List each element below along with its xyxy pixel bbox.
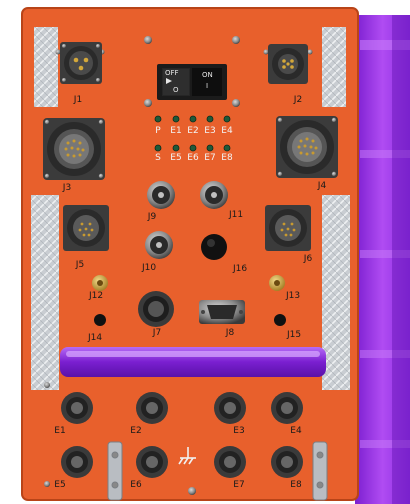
label-j5: J5: [75, 260, 85, 270]
label-j6: J6: [303, 254, 313, 264]
label-j11: J11: [228, 210, 244, 220]
connector-j3[interactable]: [43, 118, 105, 180]
led-label-e4: E4: [221, 126, 233, 136]
label-j13: J13: [285, 291, 301, 301]
carry-handle[interactable]: [60, 347, 326, 377]
reflective-tape-top-left: [34, 27, 58, 107]
led-label-s: S: [155, 153, 161, 163]
led-label-p: P: [155, 126, 161, 136]
connector-j15[interactable]: [274, 314, 286, 326]
label-e1: E1: [54, 426, 66, 436]
reflective-tape-top-right: [322, 27, 346, 107]
label-j2: J2: [293, 95, 303, 105]
switch-off-label: OFF: [165, 69, 179, 77]
connector-e2[interactable]: [136, 392, 168, 424]
label-j9: J9: [147, 212, 157, 222]
label-j15: J15: [286, 330, 302, 340]
label-j10: J10: [141, 263, 157, 273]
switch-on-symbol: I: [206, 82, 209, 90]
label-j14: J14: [87, 333, 103, 343]
label-j12: J12: [88, 291, 104, 301]
label-e7: E7: [233, 480, 245, 490]
connector-j5[interactable]: [63, 205, 109, 251]
connector-j11[interactable]: [200, 181, 228, 209]
label-e4: E4: [290, 426, 302, 436]
led-label-e8: E8: [221, 153, 233, 163]
switch-off-symbol: O: [173, 86, 179, 94]
led-label-e3: E3: [204, 126, 216, 136]
connector-e5[interactable]: [61, 446, 93, 478]
connector-j2[interactable]: [268, 44, 308, 84]
connector-e4[interactable]: [271, 392, 303, 424]
led-label-e6: E6: [187, 153, 199, 163]
reflective-tape-right: [322, 195, 350, 390]
label-j3: J3: [62, 183, 72, 193]
led-label-e7: E7: [204, 153, 216, 163]
label-j16: J16: [232, 264, 248, 274]
connector-e1[interactable]: [61, 392, 93, 424]
label-e2: E2: [130, 426, 142, 436]
connector-j13[interactable]: [269, 275, 285, 291]
connector-j16[interactable]: [201, 234, 227, 260]
led-label-e5: E5: [170, 153, 182, 163]
connector-j14[interactable]: [94, 314, 106, 326]
label-j1: J1: [73, 95, 83, 105]
led-label-e1: E1: [170, 126, 182, 136]
connector-j9[interactable]: [147, 181, 175, 209]
label-e3: E3: [233, 426, 245, 436]
connector-e8[interactable]: [271, 446, 303, 478]
heatsink: [355, 15, 410, 504]
connector-j12[interactable]: [92, 275, 108, 291]
label-e6: E6: [130, 480, 142, 490]
label-j8: J8: [225, 328, 235, 338]
connector-e7[interactable]: [214, 446, 246, 478]
connector-e6[interactable]: [136, 446, 168, 478]
connector-j7[interactable]: [138, 291, 174, 327]
connector-j1[interactable]: [60, 42, 102, 84]
led-label-e2: E2: [187, 126, 199, 136]
connector-j8[interactable]: [199, 300, 245, 324]
label-e8: E8: [290, 480, 302, 490]
switch-on-label: ON: [202, 71, 213, 79]
label-j4: J4: [317, 181, 327, 191]
reflective-tape-left: [31, 195, 59, 390]
connector-j4[interactable]: [276, 116, 338, 178]
label-j7: J7: [152, 328, 162, 338]
connector-j6[interactable]: [265, 205, 311, 251]
connector-e3[interactable]: [214, 392, 246, 424]
label-e5: E5: [54, 480, 66, 490]
connector-j10[interactable]: [145, 231, 173, 259]
